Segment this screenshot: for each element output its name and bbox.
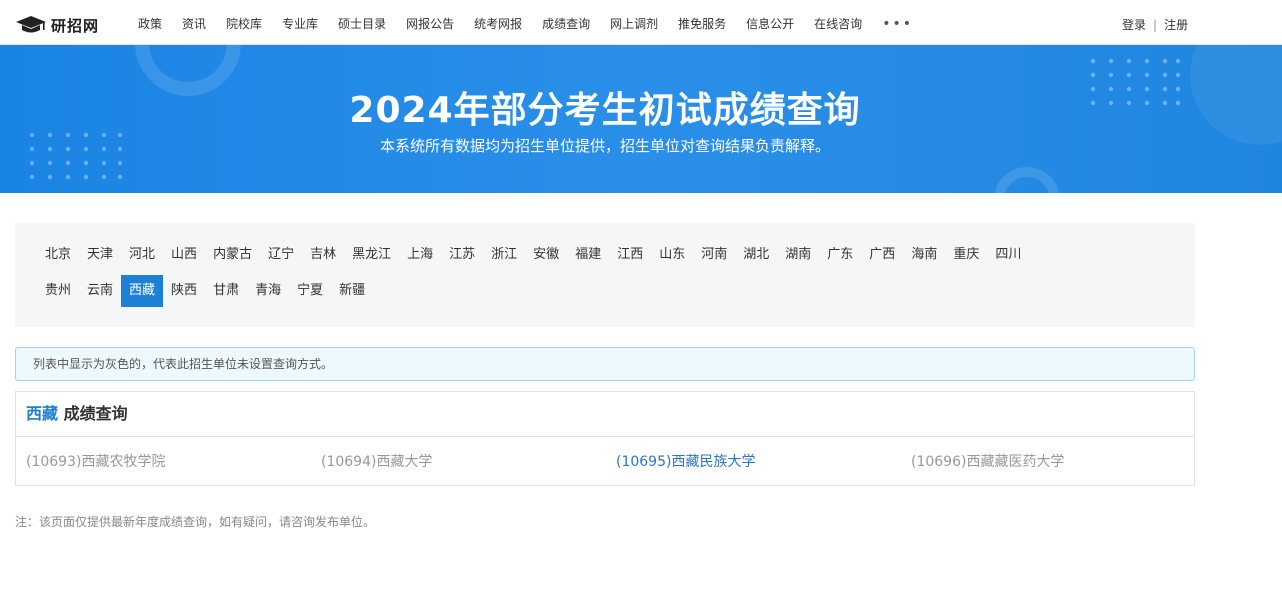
province-tab[interactable]: 安徽 — [525, 239, 567, 271]
nav-score-query[interactable]: 成绩查询 — [532, 4, 600, 45]
province-tab[interactable]: 湖南 — [777, 239, 819, 271]
site-logo[interactable]: 研招网 — [15, 13, 99, 37]
auth-separator: | — [1153, 17, 1158, 32]
province-tab[interactable]: 山西 — [163, 239, 205, 271]
auth-links: 登录 | 注册 — [1122, 4, 1188, 45]
province-tab[interactable]: 广西 — [861, 239, 903, 271]
university-item-disabled: (10694)西藏大学 — [321, 454, 433, 470]
province-tab[interactable]: 山东 — [651, 239, 693, 271]
province-tab[interactable]: 甘肃 — [205, 275, 247, 307]
site-name: 研招网 — [51, 16, 100, 35]
province-tab[interactable]: 浙江 — [483, 239, 525, 271]
province-tab[interactable]: 河南 — [693, 239, 735, 271]
province-tab-selected[interactable]: 西藏 — [121, 275, 164, 307]
nav-online-consult[interactable]: 在线咨询 — [804, 4, 872, 45]
nav-major-library[interactable]: 专业库 — [272, 4, 328, 45]
more-menu-icon[interactable]: ••• — [872, 4, 923, 45]
university-item-disabled: (10696)西藏藏医药大学 — [911, 454, 1065, 470]
province-tab[interactable]: 江西 — [609, 239, 651, 271]
nav-registration-notice[interactable]: 网报公告 — [396, 4, 464, 45]
province-tab[interactable]: 江苏 — [441, 239, 483, 271]
province-tab[interactable]: 北京 — [37, 239, 79, 271]
login-link[interactable]: 登录 — [1122, 16, 1146, 33]
province-tab[interactable]: 天津 — [79, 239, 121, 271]
nav-exam-registration[interactable]: 统考网报 — [464, 4, 532, 45]
footnote: 注：该页面仅提供最新年度成绩查询，如有疑问，请咨询发布单位。 — [15, 515, 376, 529]
nav-news[interactable]: 资讯 — [172, 4, 216, 45]
page-banner: 2024年部分考生初试成绩查询 本系统所有数据均为招生单位提供，招生单位对查询结… — [0, 45, 1282, 193]
banner-title: 2024年部分考生初试成绩查询 — [349, 90, 861, 131]
province-tab[interactable]: 福建 — [567, 239, 609, 271]
nav-info-disclosure[interactable]: 信息公开 — [736, 4, 804, 45]
province-tab[interactable]: 内蒙古 — [205, 239, 260, 271]
nav-online-adjustment[interactable]: 网上调剂 — [600, 4, 668, 45]
province-tab[interactable]: 湖北 — [735, 239, 777, 271]
province-tab[interactable]: 陕西 — [163, 275, 205, 307]
university-item-disabled: (10693)西藏农牧学院 — [26, 454, 166, 470]
nav-university-library[interactable]: 院校库 — [216, 4, 272, 45]
province-tab[interactable]: 云南 — [79, 275, 121, 307]
province-row-1: 北京 天津 河北 山西 内蒙古 辽宁 吉林 黑龙江 上海 江苏 浙江 安徽 福建… — [37, 239, 1029, 271]
banner-subtitle: 本系统所有数据均为招生单位提供，招生单位对查询结果负责解释。 — [379, 137, 830, 155]
province-tab[interactable]: 重庆 — [945, 239, 987, 271]
nav-recommendation[interactable]: 推免服务 — [668, 4, 736, 45]
university-link[interactable]: (10695)西藏民族大学 — [616, 451, 911, 471]
province-tab[interactable]: 吉林 — [302, 239, 344, 271]
province-tab[interactable]: 贵州 — [37, 275, 79, 307]
province-tab[interactable]: 上海 — [399, 239, 441, 271]
province-tab[interactable]: 新疆 — [331, 275, 373, 307]
nav-master-catalog[interactable]: 硕士目录 — [328, 4, 396, 45]
province-tab[interactable]: 四川 — [987, 239, 1029, 271]
score-query-results: 西藏 成绩查询 (10693)西藏农牧学院 (10694)西藏大学 (10695… — [15, 391, 1195, 486]
province-tab[interactable]: 辽宁 — [260, 239, 302, 271]
graduation-cap-icon — [16, 16, 46, 33]
province-tab[interactable]: 海南 — [903, 239, 945, 271]
province-tab[interactable]: 黑龙江 — [344, 239, 399, 271]
university-list: (10693)西藏农牧学院 (10694)西藏大学 (10695)西藏民族大学 … — [26, 451, 1206, 471]
province-tab[interactable]: 宁夏 — [289, 275, 331, 307]
results-title: 成绩查询 — [63, 404, 128, 423]
province-tab[interactable]: 广东 — [819, 239, 861, 271]
results-heading: 西藏 成绩查询 — [16, 392, 1194, 437]
nav-policy[interactable]: 政策 — [128, 4, 172, 45]
province-row-2: 贵州 云南 西藏 陕西 甘肃 青海 宁夏 新疆 — [37, 275, 373, 307]
register-link[interactable]: 注册 — [1164, 16, 1188, 33]
info-notice: 列表中显示为灰色的，代表此招生单位未设置查询方式。 — [15, 347, 1195, 381]
main-nav: 政策 资讯 院校库 专业库 硕士目录 网报公告 统考网报 成绩查询 网上调剂 推… — [128, 4, 923, 45]
top-navigation-bar: 研招网 政策 资讯 院校库 专业库 硕士目录 网报公告 统考网报 成绩查询 网上… — [0, 4, 1282, 45]
results-region: 西藏 — [26, 404, 59, 423]
province-selector: 北京 天津 河北 山西 内蒙古 辽宁 吉林 黑龙江 上海 江苏 浙江 安徽 福建… — [15, 223, 1195, 327]
province-tab[interactable]: 青海 — [247, 275, 289, 307]
province-tab[interactable]: 河北 — [121, 239, 163, 271]
